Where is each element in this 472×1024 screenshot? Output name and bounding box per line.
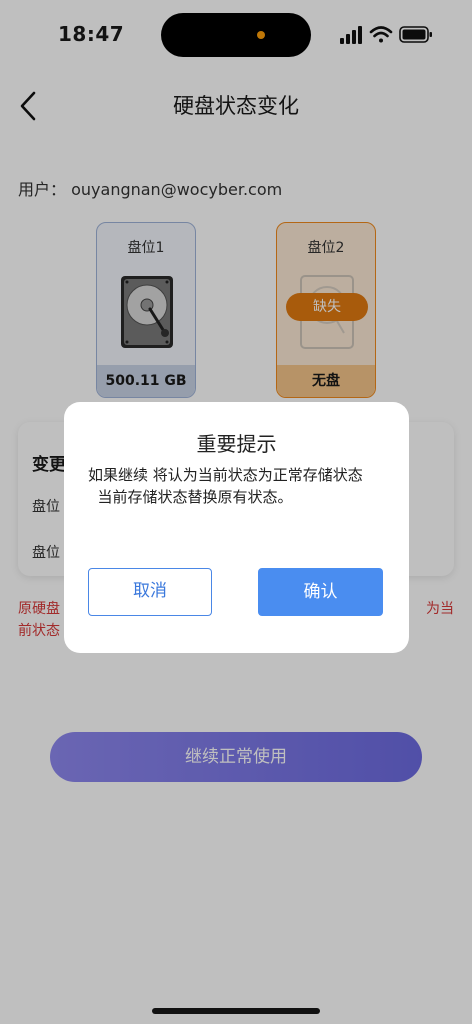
screen: 18:47 硬盘状态变化 用户： ouyangnan@wocyber.com 盘… <box>0 0 472 1024</box>
confirm-button[interactable]: 确认 <box>258 568 383 616</box>
dialog-message-line: 当前存储状态替换原有状态。 <box>88 488 293 506</box>
dialog-title: 重要提示 <box>196 432 277 456</box>
confirm-dialog: 重要提示 如果继续 将认为当前状态为正常存储状态 当前存储状态替换原有状态。 取… <box>64 402 409 653</box>
home-indicator <box>152 1008 320 1014</box>
dialog-message-line: 如果继续 将认为当前状态为正常存储状态 <box>88 466 363 484</box>
cancel-button[interactable]: 取消 <box>88 568 212 616</box>
dialog-message: 如果继续 将认为当前状态为正常存储状态 当前存储状态替换原有状态。 <box>88 464 388 508</box>
